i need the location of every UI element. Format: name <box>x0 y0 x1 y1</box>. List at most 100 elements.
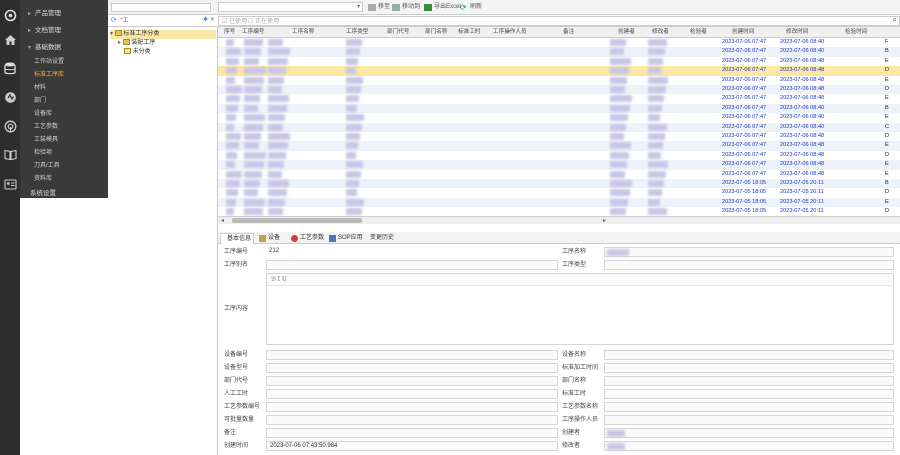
std-labor-field[interactable] <box>604 389 894 399</box>
tab-sop[interactable]: SOP应用 <box>328 233 363 244</box>
tree-search-input[interactable] <box>120 16 200 25</box>
nav-item-material[interactable]: 材料 <box>20 82 108 94</box>
search-icon[interactable]: ⌕ <box>893 15 897 25</box>
process-name-field[interactable] <box>604 402 894 412</box>
database-icon[interactable] <box>2 60 18 76</box>
table-row[interactable]: 2023-07-05 18:05 2023-07-05 20:11 E <box>218 197 900 208</box>
book-icon[interactable] <box>2 146 18 162</box>
nav-item-std-process[interactable]: 标准工序库 <box>20 69 108 81</box>
filter-used[interactable]: ☑ 已使用 <box>222 16 247 25</box>
device-model-field[interactable] <box>266 363 558 373</box>
tab-basic-info[interactable]: 基本信息 <box>220 233 254 244</box>
scroll-left-icon[interactable]: ◂ <box>221 217 224 224</box>
creator-field[interactable] <box>604 428 894 438</box>
op-type-field[interactable] <box>604 260 894 270</box>
nav-item-inspection[interactable]: 检验项 <box>20 147 108 159</box>
process-code-field[interactable] <box>266 402 558 412</box>
col-header[interactable]: 工序类型 <box>346 27 368 38</box>
broadcast-icon[interactable] <box>2 118 18 134</box>
content-editor[interactable]: ℬ I U <box>266 273 894 345</box>
horizontal-scrollbar[interactable]: ◂ ▸ <box>218 216 900 224</box>
move-button[interactable]: 移至 <box>368 2 390 13</box>
op-name-field[interactable] <box>604 247 894 257</box>
table-row[interactable]: 2023-07-06 07:47 2023-07-06 08:48 D <box>218 66 900 76</box>
col-header[interactable]: 修改时间 <box>786 27 808 38</box>
table-row[interactable]: 2023-07-06 07:47 2023-07-06 08:40 B <box>218 103 900 114</box>
grid-search-input[interactable] <box>218 16 900 26</box>
filter-in-use[interactable]: ☐ 正在使用 <box>248 16 279 25</box>
modifier-field[interactable] <box>604 441 894 451</box>
labor-field[interactable] <box>266 389 558 399</box>
nav-item-process-param[interactable]: 工艺参数 <box>20 121 108 133</box>
tree-node-assembly[interactable]: ▸ 装配工序 <box>118 39 155 48</box>
col-header[interactable]: 序号 <box>224 27 235 38</box>
tab-history[interactable]: 变更历史 <box>366 233 394 244</box>
table-row[interactable]: 2023-07-06 07:47 2023-07-06 08:48 D <box>218 150 900 161</box>
dept-code-field[interactable] <box>266 376 558 386</box>
col-header[interactable]: 标准工时 <box>458 27 490 38</box>
close-icon[interactable]: ✕ <box>210 16 215 23</box>
toolbar-dropdown[interactable]: ▾ <box>218 2 363 12</box>
dept-name-field[interactable] <box>604 376 894 386</box>
created-at-field[interactable]: 2023-07-06 07:43:50.984 <box>266 441 558 451</box>
nav-item-dept[interactable]: 部门 <box>20 95 108 107</box>
col-header[interactable]: 创建者 <box>618 27 635 38</box>
device-code-field[interactable] <box>266 350 558 360</box>
alias-field[interactable] <box>266 260 558 270</box>
nav-item-tools[interactable]: 刀具/工具 <box>20 160 108 172</box>
device-name-field[interactable] <box>604 350 894 360</box>
table-row[interactable]: 2023-07-06 07:47 2023-07-06 08:48 E <box>218 56 900 67</box>
remark-field[interactable] <box>266 428 558 438</box>
nav-item-workstation[interactable]: 工作站设置 <box>20 56 108 68</box>
col-header[interactable]: 工序名称 <box>292 27 314 38</box>
col-header[interactable]: 修改者 <box>652 27 669 38</box>
scrollbar-thumb[interactable] <box>232 218 362 223</box>
col-header[interactable]: 检验者 <box>690 27 707 38</box>
tree-node-uncategorized[interactable]: 未分类 <box>124 48 151 57</box>
col-header[interactable]: 检验时间 <box>845 27 867 38</box>
nav-group-settings[interactable]: 系统设置 <box>20 186 108 201</box>
col-header[interactable]: 创建时间 <box>732 27 754 38</box>
col-header[interactable]: 备注 <box>563 27 574 38</box>
table-row[interactable]: 2023-07-06 07:47 2023-07-06 08:40 B <box>218 47 900 57</box>
table-row[interactable]: 2023-07-06 07:47 2023-07-06 08:40 E <box>218 113 900 123</box>
tab-process-param[interactable]: 工艺参数 <box>290 233 324 244</box>
transfer-button[interactable]: 移动到 <box>392 2 420 13</box>
clear-icon[interactable]: ✱ <box>203 16 208 23</box>
nav-group-docs[interactable]: ▸ 文档管理 <box>20 23 108 38</box>
id-card-icon[interactable] <box>2 176 18 192</box>
std-hours-field[interactable] <box>604 363 894 373</box>
col-header[interactable]: 工序操作人员 <box>493 27 531 38</box>
table-row[interactable]: 2023-07-06 07:47 2023-07-06 08:48 E <box>218 94 900 104</box>
nav-group-product[interactable]: ▸ 产品管理 <box>20 6 108 21</box>
nav-item-tooling[interactable]: 工装模具 <box>20 134 108 146</box>
col-header[interactable]: 部门名称 <box>425 27 447 38</box>
op-code-field[interactable]: 212 <box>266 247 558 257</box>
batch-qty-field[interactable] <box>266 415 558 425</box>
nav-group-basic-data[interactable]: ▾ 基础数据 <box>20 40 108 55</box>
export-excel-button[interactable]: 导出Excel <box>424 2 461 13</box>
table-row[interactable]: 2023-07-05 18:05 2023-07-05 20:11 D <box>218 188 900 198</box>
refresh-button[interactable]: ⟳ 刷新 <box>460 2 482 13</box>
nav-item-library[interactable]: 资料库 <box>20 173 108 185</box>
scroll-right-icon[interactable]: ▸ <box>603 217 606 224</box>
table-row[interactable]: 2023-07-06 07:47 2023-07-06 08:48 E <box>218 160 900 170</box>
table-row[interactable]: 2023-07-06 07:47 2023-07-06 08:48 E <box>218 169 900 179</box>
process-icon[interactable] <box>2 89 18 105</box>
table-row[interactable]: 2023-07-06 07:47 2023-07-06 08:48 E <box>218 75 900 85</box>
tree-filter-box[interactable] <box>111 3 211 12</box>
table-row[interactable]: 2023-07-06 07:47 2023-07-06 08:40 F <box>218 38 900 48</box>
col-header[interactable]: 部门代号 <box>387 27 409 38</box>
nav-item-device[interactable]: 设备库 <box>20 108 108 120</box>
table-row[interactable]: 2023-07-06 07:47 2023-07-06 08:48 D <box>218 85 900 95</box>
operator-field[interactable] <box>604 415 894 425</box>
home-icon[interactable] <box>2 32 18 48</box>
tab-device[interactable]: 设备 <box>258 233 280 244</box>
editor-toolbar[interactable]: ℬ I U <box>267 274 893 286</box>
table-row[interactable]: 2023-07-06 07:47 2023-07-06 08:40 C <box>218 122 900 132</box>
tree-node-root[interactable]: ▾ 标准工序分类 <box>110 30 216 39</box>
table-row[interactable]: 2023-07-05 18:05 2023-07-05 20:11 B <box>218 179 900 189</box>
col-header[interactable]: 工序编号 <box>242 27 264 38</box>
table-row[interactable]: 2023-07-06 07:47 2023-07-06 08:48 D <box>218 132 900 142</box>
table-row[interactable]: 2023-07-06 07:47 2023-07-06 08:48 E <box>218 141 900 151</box>
